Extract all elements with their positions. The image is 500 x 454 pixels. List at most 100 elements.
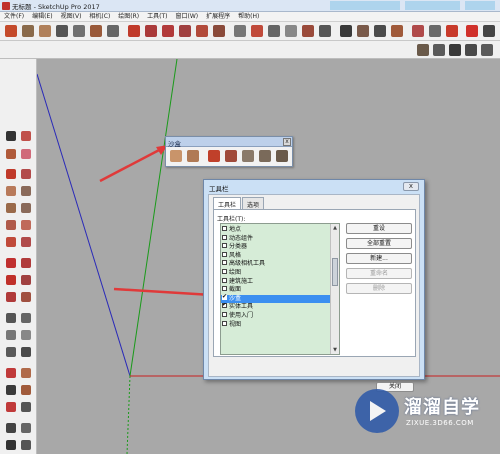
scale-tool-icon[interactable]	[196, 25, 208, 37]
offset-left-icon[interactable]	[21, 292, 31, 302]
sandbox-toolbar-header[interactable]: 沙盒 x	[166, 137, 292, 148]
reset-button[interactable]: 重设	[346, 223, 412, 234]
line-tool-icon[interactable]	[73, 25, 85, 37]
dimension-left-icon[interactable]	[21, 313, 31, 323]
toolbar-list-item[interactable]: 视图	[221, 320, 331, 330]
menu-help[interactable]: 帮助(H)	[234, 12, 263, 21]
toolbar-list-item[interactable]: 使用入门	[221, 312, 331, 321]
axes-tool-icon[interactable]	[302, 25, 314, 37]
arc-left-icon[interactable]	[6, 220, 16, 230]
reset-all-button[interactable]: 全部重置	[346, 238, 412, 249]
pan-icon[interactable]	[357, 25, 369, 37]
eraser-left-icon[interactable]	[21, 149, 31, 159]
toolbar-checkbox[interactable]	[222, 243, 227, 249]
scroll-up-icon[interactable]: ▲	[332, 225, 338, 231]
rotate-tool-icon[interactable]	[162, 25, 174, 37]
toolbar-list-item[interactable]: 高级相机工具	[221, 260, 331, 269]
sandbox-close-button[interactable]: x	[283, 138, 291, 146]
scroll-down-icon[interactable]: ▼	[332, 347, 338, 353]
position-camera-icon[interactable]	[6, 423, 16, 433]
select-arrow-icon[interactable]	[6, 131, 16, 141]
protractor-left-icon[interactable]	[6, 330, 16, 340]
text-tool-icon[interactable]	[285, 25, 297, 37]
tape-left-icon[interactable]	[6, 313, 16, 323]
pencil-icon[interactable]	[6, 169, 16, 179]
polygon-icon[interactable]	[21, 203, 31, 213]
toolbar-list-item[interactable]: 绘图	[221, 269, 331, 278]
from-scratch-icon[interactable]	[187, 150, 199, 162]
top-view-icon[interactable]	[433, 44, 445, 56]
followme-left-icon[interactable]	[21, 275, 31, 285]
back-view-icon[interactable]	[481, 44, 493, 56]
scroll-thumb[interactable]	[332, 258, 338, 286]
freehand-icon[interactable]	[21, 169, 31, 179]
tab-toolbars[interactable]: 工具栏	[213, 197, 242, 209]
tab-options[interactable]: 选项	[242, 197, 265, 209]
toolbar-checkbox[interactable]	[222, 226, 227, 231]
zoom-extents-icon[interactable]	[391, 25, 403, 37]
menu-camera[interactable]: 相机(C)	[85, 12, 114, 21]
two-point-arc-icon[interactable]	[21, 220, 31, 230]
iso-view-icon[interactable]	[417, 44, 429, 56]
new-toolbar-button[interactable]: 新建...	[346, 253, 412, 264]
extension-manager-icon[interactable]	[483, 25, 495, 37]
make-component-icon[interactable]	[22, 25, 34, 37]
toolbar-checkbox[interactable]	[222, 269, 227, 274]
scale-left-icon[interactable]	[6, 292, 16, 302]
shape-tool-icon[interactable]	[107, 25, 119, 37]
drape-icon[interactable]	[242, 150, 254, 162]
toolbar-checkbox[interactable]	[222, 301, 227, 310]
pushpull-icon[interactable]	[128, 25, 140, 37]
smoove-icon[interactable]	[208, 150, 220, 162]
menu-view[interactable]: 视图(V)	[57, 12, 86, 21]
extension-warehouse-icon[interactable]	[429, 25, 441, 37]
offset-tool-icon[interactable]	[213, 25, 225, 37]
toolbar-list-item[interactable]: 实体工具	[221, 301, 331, 312]
menu-file[interactable]: 文件(F)	[0, 12, 28, 21]
rename-button[interactable]: 重命名	[346, 268, 412, 279]
pan-left-icon[interactable]	[21, 368, 31, 378]
add-detail-icon[interactable]	[259, 150, 271, 162]
section-plane-icon[interactable]	[21, 440, 31, 450]
followme-icon[interactable]	[179, 25, 191, 37]
menu-tools[interactable]: 工具(T)	[143, 12, 171, 21]
toolbar-list-item[interactable]: 建筑施工	[221, 277, 331, 287]
from-contours-icon[interactable]	[170, 150, 182, 162]
rectangle-icon[interactable]	[6, 186, 16, 196]
orbit-left-icon[interactable]	[6, 368, 16, 378]
delete-button[interactable]: 删除	[346, 283, 412, 294]
list-scrollbar[interactable]: ▲ ▼	[330, 224, 339, 354]
zoom-icon[interactable]	[374, 25, 386, 37]
paint-icon[interactable]	[6, 149, 16, 159]
3dtext-left-icon[interactable]	[21, 347, 31, 357]
orbit-icon[interactable]	[340, 25, 352, 37]
circle-icon[interactable]	[6, 203, 16, 213]
three-point-arc-icon[interactable]	[6, 237, 16, 247]
zoom-extents-left-icon[interactable]	[6, 402, 16, 412]
dialog-close-icon[interactable]: x	[403, 182, 419, 191]
zoom-window-icon[interactable]	[21, 385, 31, 395]
rotate-left-icon[interactable]	[6, 275, 16, 285]
zoom-left-icon[interactable]	[6, 385, 16, 395]
stamp-icon[interactable]	[225, 150, 237, 162]
right-view-icon[interactable]	[465, 44, 477, 56]
3d-warehouse-icon[interactable]	[412, 25, 424, 37]
previous-view-icon[interactable]	[21, 402, 31, 412]
toolbar-list-item[interactable]: 地点	[221, 226, 331, 235]
move-left-icon[interactable]	[6, 258, 16, 268]
flip-edge-icon[interactable]	[276, 150, 288, 162]
look-around-icon[interactable]	[21, 423, 31, 433]
3d-text-icon[interactable]	[319, 25, 331, 37]
toolbar-list-item[interactable]: 风格	[221, 251, 331, 261]
pushpull-left-icon[interactable]	[21, 258, 31, 268]
toolbar-checkbox[interactable]	[222, 234, 227, 240]
axes-left-icon[interactable]	[6, 347, 16, 357]
text-left-icon[interactable]	[21, 330, 31, 340]
toolbar-checkbox[interactable]	[222, 286, 227, 292]
tape-measure-icon[interactable]	[234, 25, 246, 37]
toolbar-checkbox[interactable]	[222, 277, 227, 283]
toolbar-list-item[interactable]: 截面	[221, 286, 331, 295]
toolbar-list[interactable]: 视图使用入门实体工具沙盒截面建筑施工绘图高级相机工具风格分类器动态组件地点 ▲ …	[220, 223, 340, 355]
paint-bucket-icon[interactable]	[56, 25, 68, 37]
layout-icon[interactable]	[446, 25, 458, 37]
